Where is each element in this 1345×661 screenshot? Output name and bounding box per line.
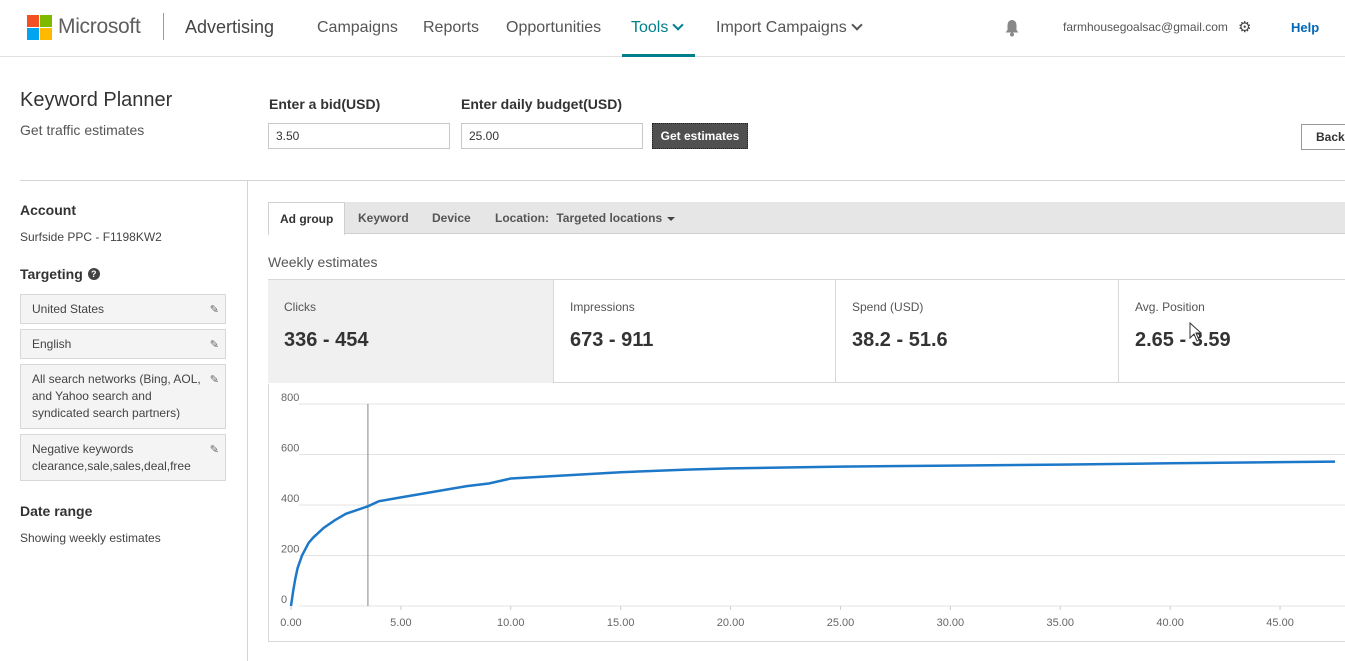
location-value: Targeted locations — [556, 211, 663, 225]
weekly-estimates-heading: Weekly estimates — [268, 254, 378, 270]
metric-label: Avg. Position — [1135, 300, 1205, 314]
active-tab-indicator — [622, 54, 695, 57]
targeting-location-text: United States — [32, 302, 105, 316]
targeting-networks-text: All search networks (Bing, AOL, and Yaho… — [32, 372, 201, 420]
chevron-down-icon — [851, 19, 863, 31]
tab-bar: Ad group Keyword Device Location: Target… — [268, 202, 1345, 235]
location-label: Location: — [495, 211, 549, 225]
bid-input[interactable] — [268, 123, 450, 149]
page-subtitle: Get traffic estimates — [20, 122, 145, 138]
y-tick-label: 200 — [281, 544, 299, 556]
chevron-down-icon — [672, 19, 685, 31]
targeting-negative-keywords[interactable]: Negative keywords clearance,sale,sales,d… — [20, 434, 226, 481]
help-icon[interactable]: ? — [87, 268, 100, 280]
nav-tools-label: Tools — [631, 19, 669, 36]
clicks-series-line — [289, 460, 1336, 607]
tab-ad-group[interactable]: Ad group — [268, 202, 346, 235]
caret-down-icon — [667, 217, 676, 221]
targeting-heading: Targeting? — [20, 266, 100, 282]
tab-device[interactable]: Device — [432, 202, 471, 234]
budget-input[interactable] — [461, 123, 643, 149]
targeting-location[interactable]: United States ✎ — [20, 294, 226, 324]
targeting-label: Targeting — [20, 266, 83, 282]
nav-opportunities[interactable]: Opportunities — [506, 19, 601, 37]
nav-reports[interactable]: Reports — [423, 19, 479, 37]
metric-value: 673 - 911 — [570, 329, 654, 351]
metric-value: 336 - 454 — [284, 329, 369, 351]
y-tick-label: 0 — [281, 594, 287, 606]
date-range-heading: Date range — [20, 503, 93, 519]
metric-value: 38.2 - 51.6 — [852, 329, 948, 351]
pencil-icon[interactable]: ✎ — [210, 372, 219, 389]
x-tick-label: 30.00 — [937, 617, 965, 629]
x-tick-label: 20.00 — [717, 617, 745, 629]
metric-label: Spend (USD) — [852, 300, 924, 314]
x-tick-label: 0.00 — [280, 617, 301, 629]
x-tick-label: 10.00 — [497, 617, 525, 629]
x-tick-label: 40.00 — [1156, 617, 1184, 629]
metric-impressions[interactable]: Impressions 673 - 911 — [554, 280, 836, 383]
account-value: Surfside PPC - F1198KW2 — [20, 230, 162, 244]
y-tick-label: 400 — [281, 493, 299, 505]
targeting-language[interactable]: English ✎ — [20, 329, 226, 359]
x-tick-label: 45.00 — [1266, 617, 1294, 629]
account-heading: Account — [20, 202, 76, 218]
page-title: Keyword Planner — [20, 89, 173, 111]
pencil-icon[interactable]: ✎ — [210, 442, 219, 459]
top-nav: Microsoft Advertising Campaigns Reports … — [0, 0, 1345, 57]
bell-icon[interactable] — [1004, 19, 1020, 37]
bid-label: Enter a bid(USD) — [269, 96, 381, 112]
back-button[interactable]: Back t — [1301, 124, 1345, 150]
mouse-cursor-icon — [1189, 322, 1203, 342]
nav-import-label: Import Campaigns — [716, 19, 847, 36]
metric-avg-position[interactable]: Avg. Position 2.65 - 3.59 — [1119, 280, 1345, 383]
brand-divider — [163, 13, 164, 40]
x-tick-label: 25.00 — [827, 617, 855, 629]
product-name[interactable]: Advertising — [185, 17, 274, 38]
account-email[interactable]: farmhousegoalsac@gmail.com — [1063, 20, 1228, 34]
metric-label: Clicks — [284, 300, 316, 314]
pencil-icon[interactable]: ✎ — [210, 302, 219, 319]
location-filter[interactable]: Location: Targeted locations — [495, 202, 676, 234]
y-tick-label: 800 — [281, 392, 299, 404]
x-tick-label: 35.00 — [1046, 617, 1074, 629]
chart-svg[interactable]: 0 200 400 600 800 0.00 5.00 10.00 15.00 20.00 25.0… — [269, 384, 1345, 642]
x-tick-label: 15.00 — [607, 617, 635, 629]
help-link[interactable]: Help — [1291, 20, 1319, 35]
budget-label: Enter daily budget(USD) — [461, 96, 623, 112]
sidebar-divider — [247, 181, 248, 661]
estimates-chart[interactable]: 0 200 400 600 800 0.00 5.00 10.00 15.00 20.00 25.0… — [268, 384, 1345, 642]
get-estimates-button[interactable]: Get estimates — [652, 123, 748, 149]
pencil-icon[interactable]: ✎ — [210, 337, 219, 354]
date-range-value: Showing weekly estimates — [20, 531, 161, 545]
targeting-negative-text: Negative keywords clearance,sale,sales,d… — [32, 442, 191, 473]
metrics-row: Clicks 336 - 454 Impressions 673 - 911 S… — [268, 279, 1345, 383]
tab-keyword[interactable]: Keyword — [358, 202, 409, 234]
nav-import-campaigns[interactable]: Import Campaigns — [716, 19, 863, 37]
targeting-networks[interactable]: All search networks (Bing, AOL, and Yaho… — [20, 364, 226, 429]
microsoft-logo-icon[interactable] — [27, 15, 52, 40]
nav-campaigns[interactable]: Campaigns — [317, 19, 398, 37]
metric-clicks[interactable]: Clicks 336 - 454 — [268, 280, 554, 383]
nav-tools[interactable]: Tools — [631, 19, 685, 37]
targeting-language-text: English — [32, 337, 72, 351]
x-tick-label: 5.00 — [390, 617, 411, 629]
metric-label: Impressions — [570, 300, 635, 314]
metric-value: 2.65 - 3.59 — [1135, 329, 1231, 351]
brand-name[interactable]: Microsoft — [58, 15, 141, 39]
metric-spend[interactable]: Spend (USD) 38.2 - 51.6 — [836, 280, 1119, 383]
gear-icon[interactable]: ⚙ — [1238, 18, 1251, 36]
y-tick-label: 600 — [281, 443, 299, 455]
header-divider — [20, 180, 1345, 181]
